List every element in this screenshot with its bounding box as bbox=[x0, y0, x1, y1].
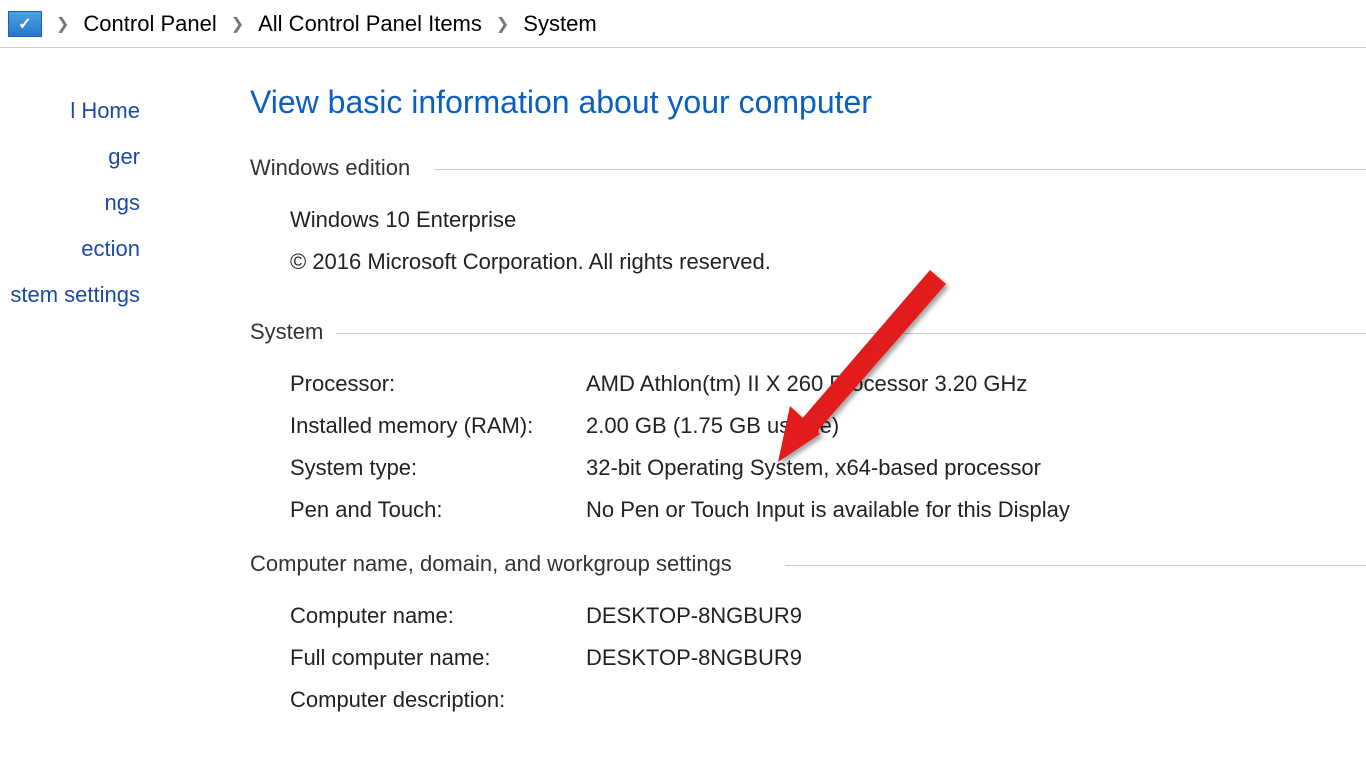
section-windows-edition: Windows edition bbox=[250, 155, 1366, 181]
value-system-type: 32-bit Operating System, x64-based proce… bbox=[586, 455, 1366, 481]
sidebar-item-manager[interactable]: ger bbox=[0, 134, 142, 180]
label-computer-name: Computer name: bbox=[290, 603, 586, 629]
chevron-right-icon: ❯ bbox=[496, 14, 509, 34]
value-full-computer-name: DESKTOP-8NGBUR9 bbox=[586, 645, 1366, 671]
sidebar-item-settings[interactable]: ngs bbox=[0, 180, 142, 226]
computer-row-description: Computer description: bbox=[290, 679, 1366, 721]
system-row-processor: Processor: AMD Athlon(tm) II X 260 Proce… bbox=[290, 363, 1366, 405]
system-row-type: System type: 32-bit Operating System, x6… bbox=[290, 447, 1366, 489]
system-row-ram: Installed memory (RAM): 2.00 GB (1.75 GB… bbox=[290, 405, 1366, 447]
windows-edition-name: Windows 10 Enterprise bbox=[290, 199, 1366, 241]
page-title: View basic information about your comput… bbox=[250, 84, 1366, 121]
computer-row-name: Computer name: DESKTOP-8NGBUR9 bbox=[290, 595, 1366, 637]
value-computer-name: DESKTOP-8NGBUR9 bbox=[586, 603, 1366, 629]
value-processor: AMD Athlon(tm) II X 260 Processor 3.20 G… bbox=[586, 371, 1366, 397]
windows-copyright: © 2016 Microsoft Corporation. All rights… bbox=[290, 241, 1366, 283]
breadcrumb-system[interactable]: System bbox=[523, 11, 596, 37]
section-computer-name: Computer name, domain, and workgroup set… bbox=[250, 551, 1366, 577]
sidebar-item-home[interactable]: l Home bbox=[0, 88, 142, 134]
chevron-right-icon: ❯ bbox=[56, 14, 69, 34]
label-ram: Installed memory (RAM): bbox=[290, 413, 586, 439]
breadcrumb-all-items[interactable]: All Control Panel Items bbox=[258, 11, 482, 37]
sidebar: l Home ger ngs ection stem settings bbox=[0, 48, 142, 768]
value-pen-touch: No Pen or Touch Input is available for t… bbox=[586, 497, 1366, 523]
label-processor: Processor: bbox=[290, 371, 586, 397]
control-panel-icon[interactable] bbox=[8, 11, 42, 37]
breadcrumb: ❯ Control Panel ❯ All Control Panel Item… bbox=[0, 0, 1366, 48]
label-computer-description: Computer description: bbox=[290, 687, 586, 713]
value-computer-description bbox=[586, 687, 1366, 713]
label-system-type: System type: bbox=[290, 455, 586, 481]
breadcrumb-control-panel[interactable]: Control Panel bbox=[83, 11, 216, 37]
value-ram: 2.00 GB (1.75 GB usable) bbox=[586, 413, 1366, 439]
chevron-right-icon: ❯ bbox=[231, 14, 244, 34]
label-full-computer-name: Full computer name: bbox=[290, 645, 586, 671]
main-content: View basic information about your comput… bbox=[142, 48, 1366, 768]
sidebar-item-protection[interactable]: ection bbox=[0, 226, 142, 272]
sidebar-item-system-settings[interactable]: stem settings bbox=[0, 272, 142, 318]
computer-row-full-name: Full computer name: DESKTOP-8NGBUR9 bbox=[290, 637, 1366, 679]
section-system: System bbox=[250, 319, 1366, 345]
system-row-pen-touch: Pen and Touch: No Pen or Touch Input is … bbox=[290, 489, 1366, 531]
label-pen-touch: Pen and Touch: bbox=[290, 497, 586, 523]
